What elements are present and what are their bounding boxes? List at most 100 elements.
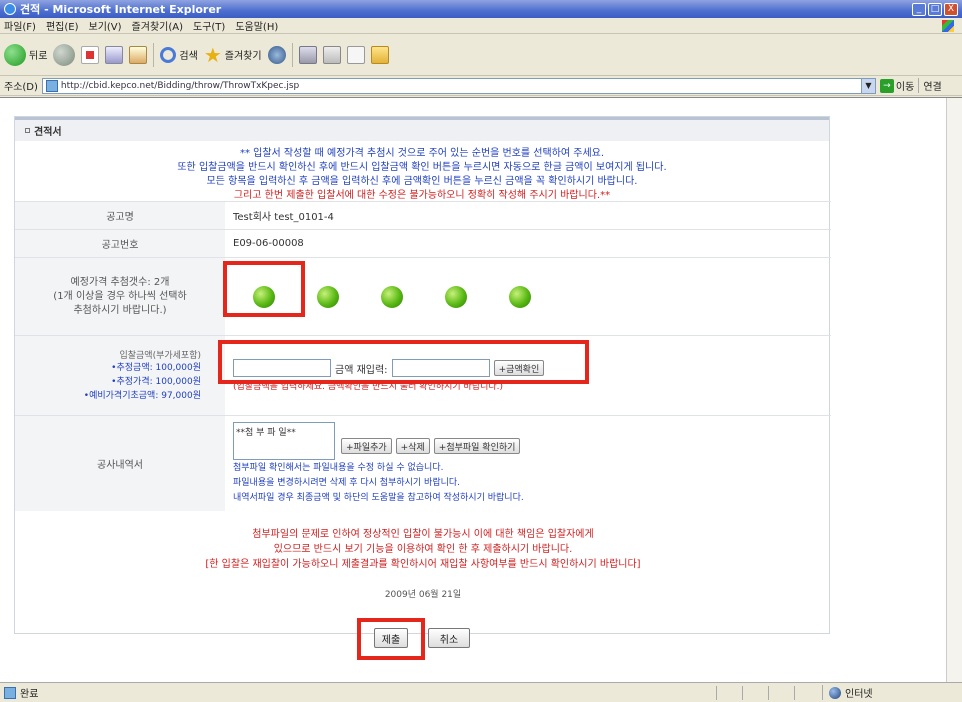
toolbar: 뒤로 검색 ★ 즐겨찾기 [0,34,962,76]
status-cell [768,685,792,700]
page-icon [45,79,58,92]
bid-number-label: 공고번호 [15,230,225,257]
check-attachment-button[interactable]: +첨부파일 확인하기 [433,438,521,454]
status-cell [794,685,818,700]
links-button[interactable]: 연결 [918,78,942,93]
page-icon [4,686,16,699]
price-option-button[interactable] [381,285,403,308]
price-option-button[interactable] [509,285,531,308]
attachment-desc-1: 첨부파일 확인해서는 파일내용을 수정 하실 수 없습니다. [233,463,444,473]
back-label: 뒤로 [29,51,48,62]
amount-label: 입찰금액(부가세포함) [119,351,201,361]
search-label: 검색 [179,51,198,62]
panel-header: 견적서 [15,117,829,141]
back-button[interactable]: 뒤로 [4,43,48,66]
price-selection-label: 예정가격 추첨갯수: 2개 (1개 이상을 경우 하나씩 선택하 추첨하시기 바… [15,258,225,335]
cancel-button[interactable]: 취소 [428,628,470,648]
status-cell [742,685,766,700]
add-file-button[interactable]: +파일추가 [341,438,392,454]
toolbar-separator [153,42,155,67]
highlight-amount-input [218,340,589,384]
home-icon[interactable] [129,45,148,64]
menu-bar: 파일(F) 편집(E) 보기(V) 즐겨찾기(A) 도구(T) 도움말(H) [0,18,962,34]
price-label-line-3: 추첨하시기 바랍니다.) [73,304,167,316]
status-text: 완료 [20,689,39,700]
go-button[interactable]: → 이동 [879,78,915,93]
page-content: 견적서 ** 입찰서 작성할 때 예정가격 추첨시 것으로 주어 있는 순번을 … [0,97,962,683]
highlight-price-selection [223,261,305,317]
mail-icon[interactable] [298,45,317,64]
minimize-button[interactable]: _ [912,2,926,16]
warning-line-1: 첨부파일의 문제로 인하여 정상적인 입찰이 불가능시 이에 대한 책임은 입찰… [252,529,594,540]
attachment-desc-3: 내역서파일 경우 최종금액 및 하단의 도움말을 참고하여 작성하시기 바랍니다… [233,493,524,503]
notice-line-3: 모든 항목을 입력하신 후 금액을 입력하신 후에 금액확인 버튼을 누르신 금… [206,176,638,187]
close-button[interactable]: X [944,2,958,16]
price-selection-options [225,258,831,335]
go-arrow-icon: → [879,78,894,93]
row-bid-number: 공고번호 E09-06-00008 [15,229,831,257]
base-price: •예비가격기초금액: 97,000원 [83,391,201,401]
status-cells [716,685,818,700]
print-icon[interactable] [322,45,341,64]
estimated-price: •추정가격: 100,000원 [111,377,201,387]
menu-tools[interactable]: 도구(T) [193,18,225,33]
menu-help[interactable]: 도움말(H) [235,18,278,33]
attachment-list[interactable]: **첨 부 파 일** [233,422,335,460]
panel-title: 견적서 [34,127,62,138]
folder-icon[interactable] [370,45,389,64]
status-bar: 완료 인터넷 [0,682,962,702]
refresh-icon[interactable] [105,45,124,64]
window-title: 견적 - Microsoft Internet Explorer [20,3,222,16]
edit-icon[interactable] [346,45,365,64]
notice-line-1: ** 입찰서 작성할 때 예정가격 추첨시 것으로 주어 있는 순번을 번호를 … [239,148,605,159]
window-controls: _ □ X [912,2,958,16]
menu-favorites[interactable]: 즐겨찾기(A) [132,18,183,33]
ie-logo-icon [4,3,16,15]
warning-line-3: [한 입찰은 재입찰이 가능하오니 제출결과를 확인하시어 재입찰 사항여부를 … [205,559,641,570]
forward-arrow-icon [53,43,76,66]
toolbar-separator [291,42,293,67]
row-notice-name: 공고명 Test회사 test_0101-4 [15,201,831,229]
menu-file[interactable]: 파일(F) [4,18,36,33]
vertical-scrollbar[interactable] [946,98,962,683]
search-icon [160,46,177,63]
maximize-button[interactable]: □ [928,2,942,16]
price-option-button[interactable] [445,285,467,308]
title-bar: 견적 - Microsoft Internet Explorer _ □ X [0,0,962,18]
attachments-controls: **첨 부 파 일** +파일추가 +삭제 +첨부파일 확인하기 [233,422,521,460]
windows-logo-icon [942,19,954,32]
price-label-line-1: 예정가격 추첨갯수: 2개 [70,276,170,288]
warning-line-2: 있으므로 반드시 보기 기능을 이용하여 확인 한 후 제출하시기 바랍니다. [273,544,573,555]
attachment-desc-2: 파일내용을 변경하시려면 삭제 후 다시 첨부하시기 바랍니다. [233,478,461,488]
status-cell [716,685,740,700]
go-label: 이동 [895,82,915,93]
bullet-icon [25,128,30,133]
favorites-button[interactable]: ★ 즐겨찾기 [204,45,262,65]
menu-edit[interactable]: 편집(E) [46,18,79,33]
address-input[interactable]: http://cbid.kepco.net/Bidding/throw/Thro… [41,77,876,94]
bid-number-value: E09-06-00008 [233,238,304,249]
globe-icon [829,686,841,699]
attachments-label: 공사내역서 [15,416,225,511]
address-bar: 주소(D) http://cbid.kepco.net/Bidding/thro… [0,76,962,96]
search-button[interactable]: 검색 [160,46,198,63]
address-url[interactable]: http://cbid.kepco.net/Bidding/throw/Thro… [61,81,858,91]
price-option-button[interactable] [317,285,339,308]
forward-button[interactable] [53,43,76,66]
delete-file-button[interactable]: +삭제 [395,438,430,454]
address-label: 주소(D) [4,82,38,93]
attachment-buttons: +파일추가 +삭제 +첨부파일 확인하기 [341,438,521,454]
submission-warning: 첨부파일의 문제로 인하여 정상적인 입찰이 불가능시 이에 대한 책임은 입찰… [15,527,831,572]
history-icon[interactable] [267,45,286,64]
security-zone: 인터넷 [822,685,962,700]
submission-date: 2009년 06월 21일 [384,590,462,600]
menu-view[interactable]: 보기(V) [89,18,122,33]
star-icon: ★ [203,42,222,67]
attachments-block: **첨 부 파 일** +파일추가 +삭제 +첨부파일 확인하기 첨부파일 확인… [225,416,831,511]
price-label-line-2: (1개 이상을 경우 하나씩 선택하 [53,290,187,302]
stop-icon[interactable] [81,45,100,64]
chevron-down-icon[interactable]: ▼ [860,78,875,93]
instruction-notice: ** 입찰서 작성할 때 예정가격 추첨시 것으로 주어 있는 순번을 번호를 … [15,141,829,203]
notice-line-2: 또한 입찰금액을 반드시 확인하신 후에 반드시 입찰금액 확인 버튼을 누르시… [177,162,667,173]
favorites-label: 즐겨찾기 [224,51,262,62]
